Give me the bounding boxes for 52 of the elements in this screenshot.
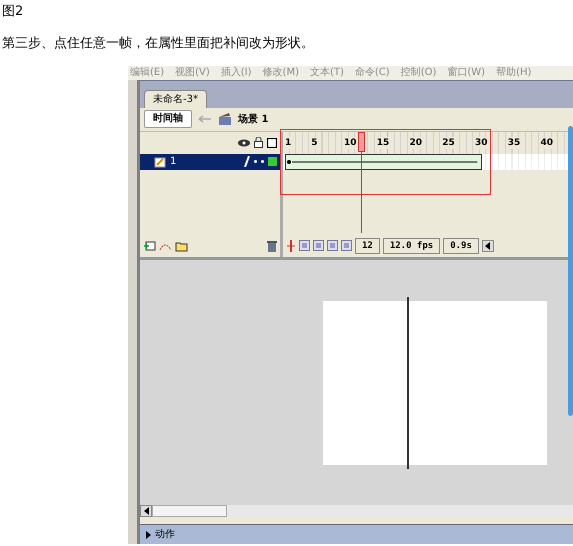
layer-row[interactable]: 1	[140, 154, 280, 170]
ruler-label: 25	[441, 136, 456, 149]
ruler-label: 40	[539, 136, 554, 149]
lock-icon[interactable]	[254, 137, 263, 148]
add-layer-icon[interactable]	[143, 240, 156, 252]
folder-icon[interactable]	[175, 240, 188, 252]
center-frame-icon[interactable]	[286, 240, 296, 252]
scroll-thumb[interactable]	[152, 505, 227, 518]
elapsed-time-field: 0.9s	[443, 238, 479, 254]
scene-label: 场景 1	[238, 112, 268, 127]
ruler-label: 5	[310, 136, 318, 149]
ruler-label: 1	[284, 136, 292, 149]
pencil-icon	[244, 156, 250, 168]
ruler-label: 35	[506, 136, 522, 149]
outline-icon[interactable]	[267, 138, 277, 148]
ruler-label: 20	[408, 136, 423, 149]
menu-item[interactable]: 控制(O)	[400, 66, 436, 80]
menu-item[interactable]: 编辑(E)	[130, 66, 164, 80]
dot-icon	[254, 160, 257, 164]
document-tab[interactable]: 未命名-3*	[144, 90, 207, 108]
eye-icon[interactable]	[238, 138, 250, 147]
menu-item[interactable]: 帮助(H)	[496, 66, 532, 80]
frame-rate-field: 12.0 fps	[382, 238, 440, 254]
onion-skin-icon[interactable]	[299, 240, 310, 252]
frame-field: 12	[355, 238, 380, 254]
menu-item[interactable]: 插入(I)	[220, 66, 252, 80]
panel-header[interactable]: 动作	[140, 524, 573, 544]
trash-icon[interactable]	[267, 240, 277, 252]
caption: 图2	[1, 3, 24, 21]
menu-item[interactable]: 窗口(W)	[447, 66, 486, 80]
layer-name: 1	[170, 155, 176, 170]
menu-item[interactable]: 修改(M)	[262, 66, 299, 80]
scroll-left-button[interactable]	[482, 240, 494, 252]
menu-item[interactable]: 视图(V)	[175, 66, 210, 80]
left-arrow-icon	[485, 242, 490, 250]
markers-icon[interactable]	[341, 240, 352, 252]
scroll-left-button[interactable]	[140, 505, 152, 518]
ruler-label: 30	[474, 136, 488, 149]
menu-item[interactable]: 命令(C)	[354, 66, 390, 80]
scene-icon	[218, 112, 232, 126]
menu-item[interactable]: 文本(T)	[310, 66, 344, 80]
edit-frames-icon[interactable]	[327, 240, 338, 252]
ruler-label: 10	[342, 136, 358, 149]
playhead[interactable]	[358, 132, 366, 152]
onion-outline-icon[interactable]	[313, 240, 324, 252]
timeline-button[interactable]: 时间轴	[144, 110, 192, 128]
ruler-label: 15	[376, 136, 390, 149]
layer-icon	[154, 156, 166, 168]
panel-title: 动作	[155, 528, 175, 542]
color-square-icon	[268, 157, 277, 166]
instruction-text: 第三步、点住任意一帧，在属性里面把补间改为形状。	[1, 35, 315, 53]
dot-icon	[261, 160, 264, 164]
